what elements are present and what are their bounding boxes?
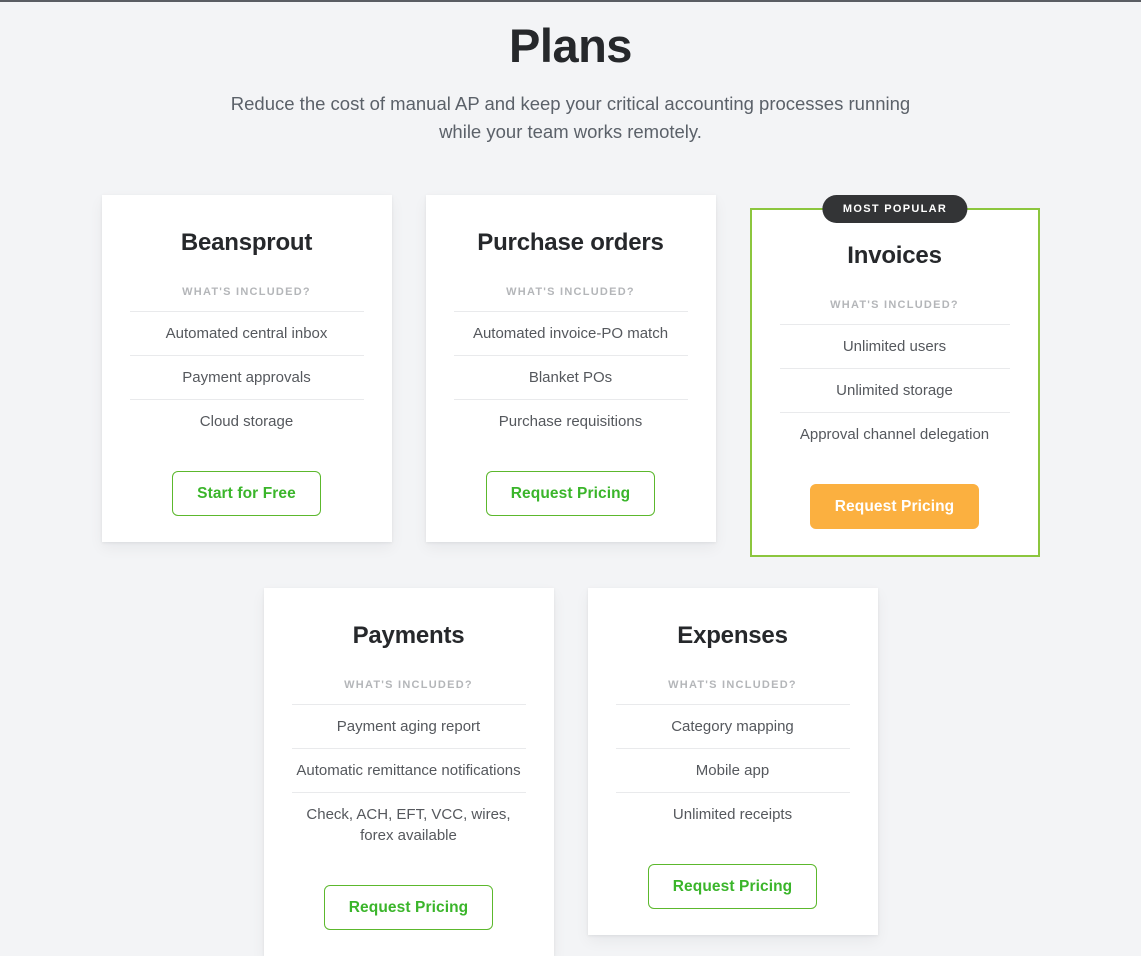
- feature-list: Automated invoice-PO match Blanket POs Pur…: [453, 310, 688, 444]
- feature-list: Unlimited users Unlimited storage Approval…: [779, 323, 1010, 457]
- feature-item: Approval channel delegation: [779, 411, 1010, 457]
- plan-card-rows: Beansprout WHAT'S INCLUDED? Automated cent…: [0, 195, 1141, 956]
- cta-button[interactable]: Start for Free: [172, 470, 321, 516]
- cta-slot: Request Pricing: [454, 444, 688, 516]
- plan-card-invoices: MOST POPULAR Invoices WHAT'S INCLUDED? Unli…: [749, 195, 1040, 557]
- feature-item: Automated invoice-PO match: [453, 310, 688, 355]
- feature-list: Category mapping Mobile app Unlimited rece…: [615, 703, 850, 837]
- feature-item: Mobile app: [615, 747, 850, 792]
- plan-card-body: Expenses WHAT'S INCLUDED? Category mapping…: [587, 587, 878, 935]
- whats-included-label: WHAT'S INCLUDED?: [182, 285, 311, 298]
- feature-item: Unlimited receipts: [615, 791, 850, 837]
- plan-name: Payments: [352, 621, 465, 649]
- plan-card-body: Payments WHAT'S INCLUDED? Payment aging re…: [263, 587, 554, 956]
- whats-included-label: WHAT'S INCLUDED?: [344, 678, 473, 691]
- plan-card-row: Payments WHAT'S INCLUDED? Payment aging re…: [0, 587, 1141, 956]
- feature-list: Payment aging report Automatic remittance…: [291, 703, 526, 858]
- plan-name: Invoices: [847, 242, 942, 270]
- page-title: Plans: [509, 19, 632, 72]
- cta-button[interactable]: Request Pricing: [809, 483, 980, 529]
- whats-included-label: WHAT'S INCLUDED?: [668, 678, 797, 691]
- feature-item: Payment approvals: [129, 354, 364, 399]
- plan-card-expenses: Expenses WHAT'S INCLUDED? Category mapping…: [587, 587, 878, 935]
- plan-name: Purchase orders: [477, 229, 664, 257]
- whats-included-label: WHAT'S INCLUDED?: [506, 285, 635, 298]
- plan-name: Expenses: [677, 621, 788, 649]
- plan-card-payments: Payments WHAT'S INCLUDED? Payment aging re…: [263, 587, 554, 956]
- feature-item: Purchase requisitions: [453, 398, 688, 444]
- whats-included-label: WHAT'S INCLUDED?: [830, 298, 959, 311]
- feature-item: Payment aging report: [291, 703, 526, 748]
- cta-slot: Request Pricing: [292, 858, 526, 930]
- plan-card-body: Purchase orders WHAT'S INCLUDED? Automated…: [425, 195, 716, 542]
- feature-item: Category mapping: [615, 703, 850, 748]
- plan-card-beansprout: Beansprout WHAT'S INCLUDED? Automated cent…: [101, 195, 392, 542]
- plan-card-row: Beansprout WHAT'S INCLUDED? Automated cent…: [0, 195, 1141, 557]
- feature-item: Check, ACH, EFT, VCC, wires, forex avail…: [291, 791, 526, 858]
- most-popular-badge: MOST POPULAR: [821, 195, 968, 224]
- plan-card-purchase-orders: Purchase orders WHAT'S INCLUDED? Automated…: [425, 195, 716, 542]
- feature-item: Blanket POs: [453, 354, 688, 399]
- feature-item: Cloud storage: [129, 398, 364, 444]
- feature-item: Unlimited users: [779, 323, 1010, 368]
- cta-slot: Start for Free: [130, 444, 364, 516]
- feature-item: Automated central inbox: [129, 310, 364, 355]
- cta-slot: Request Pricing: [616, 837, 850, 909]
- cta-slot: Request Pricing: [780, 457, 1010, 529]
- cta-button[interactable]: Request Pricing: [647, 863, 818, 909]
- cta-button[interactable]: Request Pricing: [485, 470, 656, 516]
- plan-card-body: Invoices WHAT'S INCLUDED? Unlimited users U…: [749, 208, 1040, 557]
- feature-item: Unlimited storage: [779, 367, 1010, 412]
- plan-card-body: Beansprout WHAT'S INCLUDED? Automated cent…: [101, 195, 392, 542]
- cta-button[interactable]: Request Pricing: [323, 884, 494, 930]
- page-subtitle: Reduce the cost of manual AP and keep yo…: [230, 92, 911, 143]
- page-header: Plans Reduce the cost of manual AP and k…: [0, 20, 1141, 147]
- feature-list: Automated central inbox Payment approvals…: [129, 310, 364, 444]
- feature-item: Automatic remittance notifications: [291, 747, 526, 792]
- plan-name: Beansprout: [180, 229, 313, 257]
- plans-page: Plans Reduce the cost of manual AP and k…: [0, 2, 1141, 956]
